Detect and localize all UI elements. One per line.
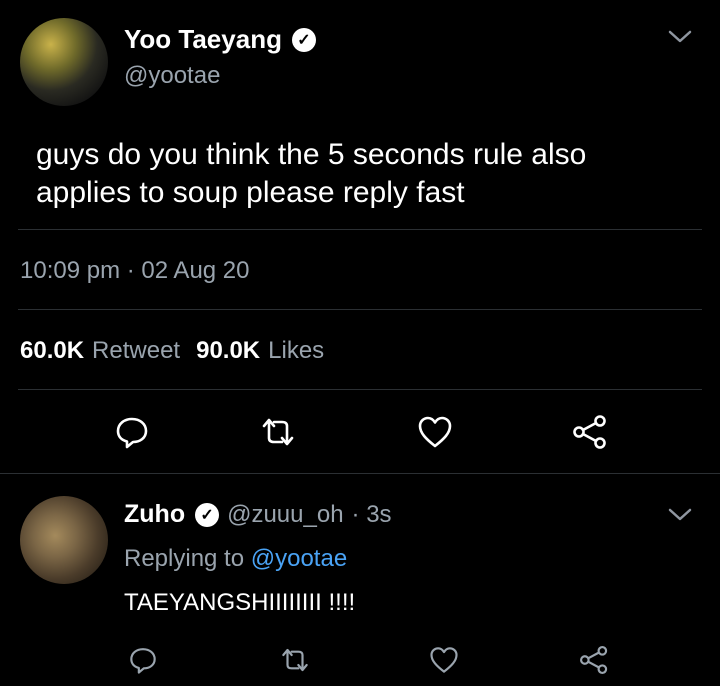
author-name-row: Yoo Taeyang ✓ <box>124 24 316 55</box>
chevron-down-icon[interactable] <box>667 506 693 524</box>
tweet-stats: 60.0K Retweet 90.0K Likes <box>20 337 324 365</box>
tweet-text: guys do you think the 5 seconds rule als… <box>36 136 586 212</box>
tweet-text-line-1: guys do you think the 5 seconds rule als… <box>36 138 587 171</box>
divider <box>18 309 702 310</box>
heart-icon[interactable] <box>428 645 460 675</box>
divider <box>18 389 702 390</box>
chevron-down-icon[interactable] <box>667 28 693 46</box>
heart-icon[interactable] <box>416 414 454 450</box>
reply-author-name[interactable]: Zuho <box>124 500 185 529</box>
verified-badge-icon: ✓ <box>195 502 220 527</box>
replying-to-handle[interactable]: @yootae <box>251 545 347 572</box>
divider <box>18 229 702 230</box>
retweets-label[interactable]: Retweet <box>92 337 180 365</box>
reply-author-avatar[interactable] <box>20 496 108 584</box>
retweet-icon[interactable] <box>258 414 298 450</box>
tweet-timestamp[interactable]: 10:09 pm · 02 Aug 20 <box>20 257 250 285</box>
share-icon[interactable] <box>578 645 610 675</box>
author-name[interactable]: Yoo Taeyang <box>124 24 282 55</box>
reply-header: Zuho ✓ @zuuu_oh · 3s <box>124 500 392 529</box>
reply-age: · 3s <box>351 500 392 528</box>
replying-to-label: Replying to <box>124 545 245 572</box>
tweet-text-line-2: applies to soup please reply fast <box>36 176 465 209</box>
likes-label[interactable]: Likes <box>268 337 324 365</box>
retweets-count[interactable]: 60.0K <box>20 337 84 365</box>
reply-icon[interactable] <box>114 414 150 450</box>
author-handle[interactable]: @yootae <box>124 62 220 90</box>
reply-author-handle[interactable]: @zuuu_oh <box>227 501 343 529</box>
reply-text: TAEYANGSHIIIIIIII !!!! <box>124 589 356 616</box>
retweet-icon[interactable] <box>278 645 312 675</box>
replying-to: Replying to @yootae <box>124 545 347 573</box>
author-avatar[interactable] <box>20 18 108 106</box>
verified-badge-icon: ✓ <box>291 27 316 52</box>
section-divider <box>0 473 720 474</box>
share-icon[interactable] <box>571 414 609 450</box>
likes-count[interactable]: 90.0K <box>196 337 260 365</box>
reply-icon[interactable] <box>128 645 158 675</box>
